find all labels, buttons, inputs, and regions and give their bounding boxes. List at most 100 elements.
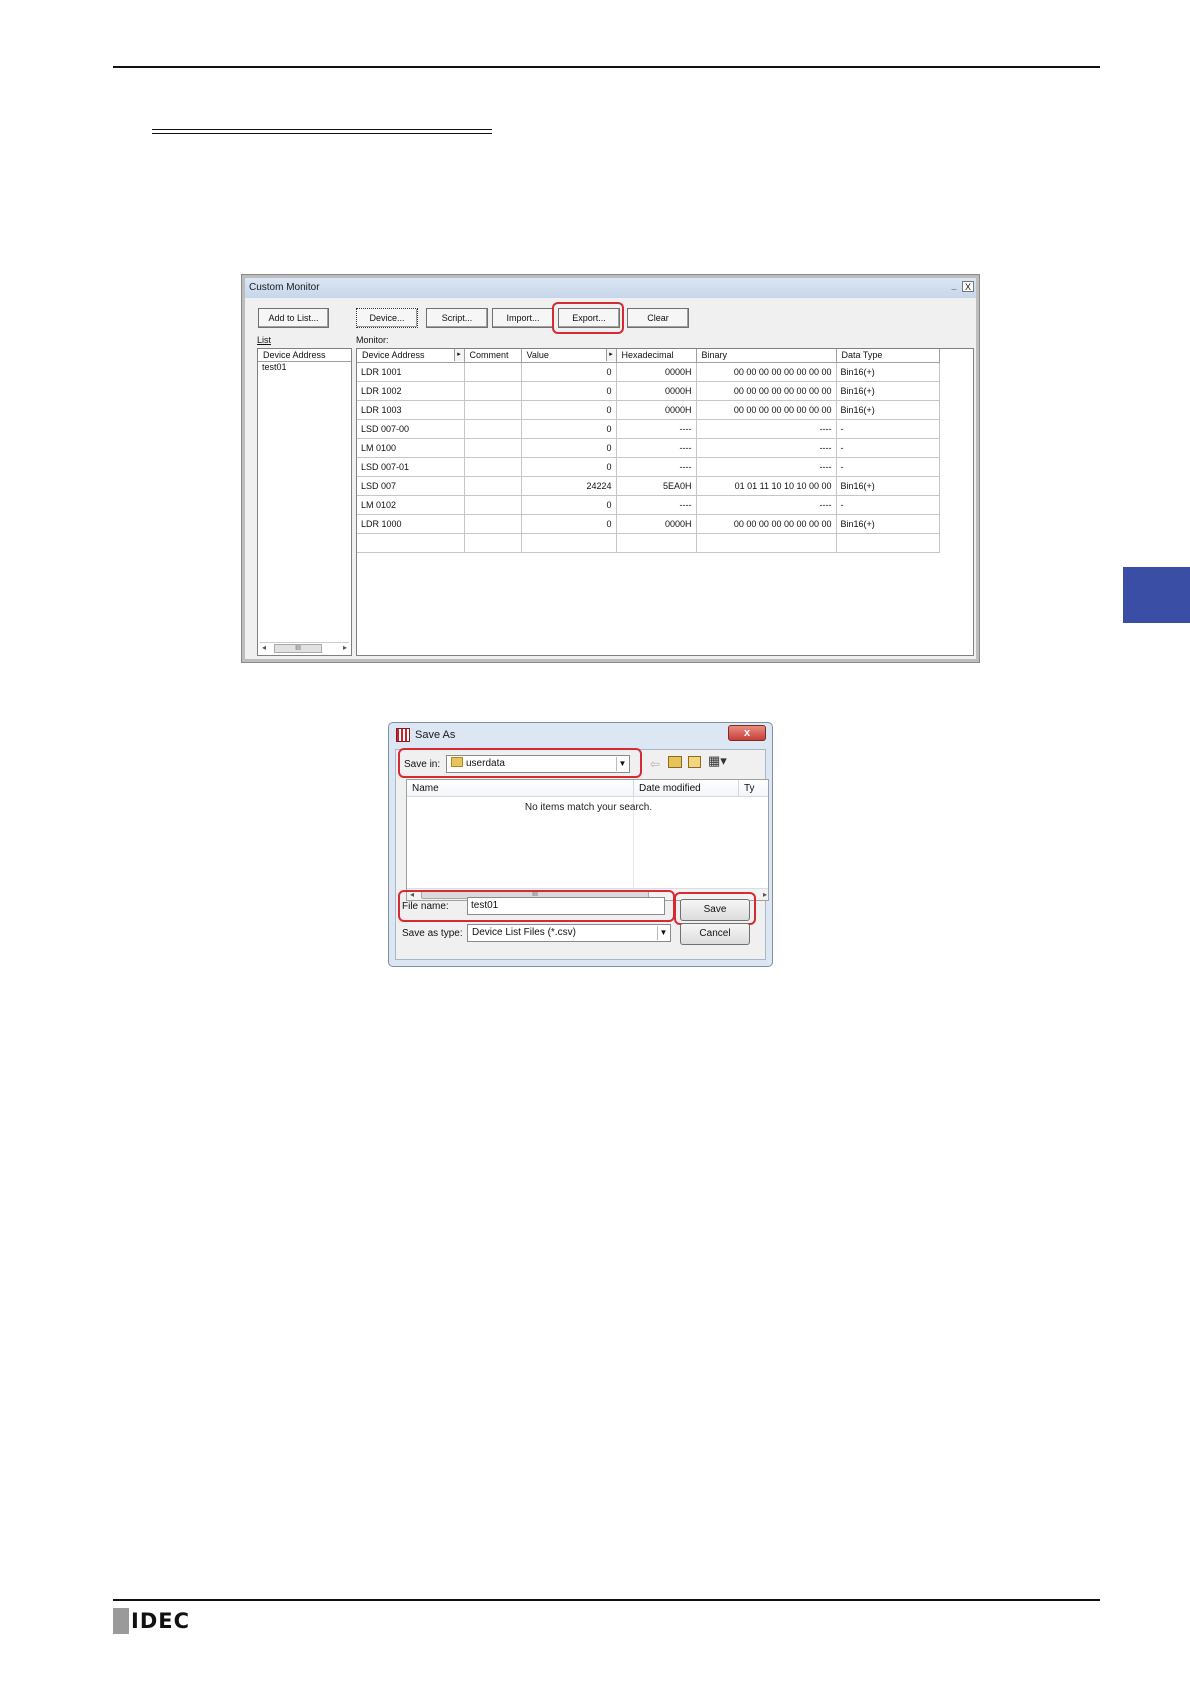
table-cell: Bin16(+)	[836, 476, 940, 496]
table-row[interactable]: LM 0102 0 ---- ---- -	[357, 495, 940, 515]
section-heading-rule-bottom	[152, 133, 492, 134]
new-folder-icon[interactable]	[688, 756, 701, 768]
col-binary[interactable]: Binary	[696, 349, 837, 363]
minimize-button[interactable]: _	[948, 281, 960, 292]
scroll-left-arrow-icon[interactable]: ◂	[262, 643, 266, 653]
table-cell	[464, 495, 522, 515]
chevron-down-icon: ▼	[657, 926, 669, 940]
idec-logo: IDEC	[113, 1608, 190, 1634]
col-data-type[interactable]: Data Type	[836, 349, 940, 363]
table-cell: ----	[616, 438, 697, 458]
table-cell: 0	[521, 457, 617, 477]
empty-message: No items match your search.	[524, 802, 653, 813]
table-row[interactable]	[357, 533, 940, 553]
table-cell	[464, 533, 522, 553]
table-cell	[464, 400, 522, 420]
export-highlight	[552, 302, 624, 334]
table-cell: 0	[521, 400, 617, 420]
table-cell: -	[836, 438, 940, 458]
scroll-thumb[interactable]: III	[274, 644, 322, 653]
table-cell: 0000H	[616, 381, 697, 401]
table-cell	[464, 438, 522, 458]
file-list[interactable]: Name Date modified Ty No items match you…	[406, 779, 769, 901]
save-in-highlight	[398, 748, 642, 778]
table-row[interactable]: LDR 1003 0 0000H 00 00 00 00 00 00 00 00 Bin…	[357, 400, 940, 420]
list-horizontal-scrollbar[interactable]: ◂ III ▸	[260, 642, 349, 653]
table-cell: 5EA0H	[616, 476, 697, 496]
list-item[interactable]: test01	[258, 362, 351, 373]
custom-monitor-window: Custom Monitor _ X Add to List... Device…	[241, 274, 980, 663]
table-row[interactable]: LDR 1001 0 0000H 00 00 00 00 00 00 00 00 Bin…	[357, 362, 940, 382]
logo-text: IDEC	[131, 1609, 191, 1633]
device-list-panel[interactable]: Device Address test01 ◂ III ▸	[257, 348, 352, 656]
save-as-body: Save in: userdata ▼ ⇦ ▦▾ Name Date modif…	[395, 748, 769, 960]
table-cell: 01 01 11 10 10 10 00 00	[696, 476, 837, 496]
table-row[interactable]: LSD 007 24224 5EA0H 01 01 11 10 10 10 00 00…	[357, 476, 940, 496]
close-button[interactable]: x	[728, 725, 766, 741]
column-menu-icon[interactable]: ▸	[605, 349, 616, 361]
column-menu-icon[interactable]: ▸	[453, 349, 464, 361]
cancel-button[interactable]: Cancel	[680, 923, 750, 945]
footer-rule	[113, 1599, 1100, 1601]
table-cell: 00 00 00 00 00 00 00 00	[696, 400, 837, 420]
save-as-type-dropdown[interactable]: Device List Files (*.csv) ▼	[467, 924, 671, 942]
save-as-title: Save As	[415, 729, 456, 741]
save-highlight	[674, 892, 756, 925]
table-cell: ----	[696, 457, 837, 477]
script-button[interactable]: Script...	[426, 308, 488, 328]
device-button[interactable]: Device...	[356, 308, 418, 328]
chapter-tab	[1123, 567, 1190, 623]
table-row[interactable]: LM 0100 0 ---- ---- -	[357, 438, 940, 458]
table-cell: 0	[521, 514, 617, 534]
scroll-right-arrow-icon[interactable]: ▸	[763, 889, 767, 900]
list-label: List	[257, 335, 272, 345]
table-cell: 0000H	[616, 514, 697, 534]
col-name[interactable]: Name	[407, 780, 634, 797]
table-cell: 0	[521, 362, 617, 382]
list-column-header[interactable]: Device Address	[258, 349, 351, 362]
table-cell: -	[836, 495, 940, 515]
table-cell: 24224	[521, 476, 617, 496]
col-hexadecimal[interactable]: Hexadecimal	[616, 349, 697, 363]
save-as-type-value: Device List Files (*.csv)	[472, 927, 576, 938]
import-button[interactable]: Import...	[492, 308, 554, 328]
custom-monitor-titlebar: Custom Monitor _ X	[245, 278, 976, 298]
col-device-address[interactable]: Device Address ▸	[357, 349, 465, 363]
header-rule	[113, 66, 1100, 68]
table-row[interactable]: LSD 007-01 0 ---- ---- -	[357, 457, 940, 477]
table-cell: 00 00 00 00 00 00 00 00	[696, 362, 837, 382]
table-cell	[464, 476, 522, 496]
table-cell: 0	[521, 495, 617, 515]
save-as-dialog: Save As x Save in: userdata ▼ ⇦ ▦▾ Name …	[388, 722, 773, 967]
table-cell: ----	[616, 419, 697, 439]
col-date-modified[interactable]: Date modified	[634, 780, 739, 797]
table-cell	[616, 533, 697, 553]
table-row[interactable]: LSD 007-00 0 ---- ---- -	[357, 419, 940, 439]
table-cell: ----	[696, 438, 837, 458]
view-menu-icon[interactable]: ▦▾	[708, 754, 727, 768]
table-cell	[357, 533, 465, 553]
scroll-right-arrow-icon[interactable]: ▸	[343, 643, 347, 653]
table-cell: LSD 007-01	[357, 457, 465, 477]
custom-monitor-title: Custom Monitor	[249, 282, 320, 293]
col-type[interactable]: Ty	[739, 780, 768, 797]
table-row[interactable]: LDR 1000 0 0000H 00 00 00 00 00 00 00 00 Bin…	[357, 514, 940, 534]
table-cell: 00 00 00 00 00 00 00 00	[696, 381, 837, 401]
table-cell: LDR 1003	[357, 400, 465, 420]
table-row[interactable]: LDR 1002 0 0000H 00 00 00 00 00 00 00 00 Bin…	[357, 381, 940, 401]
table-cell: 0	[521, 381, 617, 401]
add-to-list-button[interactable]: Add to List...	[258, 308, 329, 328]
clear-button[interactable]: Clear	[627, 308, 689, 328]
table-cell: LDR 1001	[357, 362, 465, 382]
table-cell: Bin16(+)	[836, 362, 940, 382]
back-icon[interactable]: ⇦	[650, 757, 660, 771]
monitor-table-panel[interactable]: Device Address ▸ Comment Value ▸ Hexadecim…	[356, 348, 974, 656]
table-cell	[464, 514, 522, 534]
close-button[interactable]: X	[962, 281, 974, 292]
col-comment[interactable]: Comment	[464, 349, 522, 363]
table-cell: 0	[521, 438, 617, 458]
file-name-highlight	[398, 890, 675, 922]
monitor-table: Device Address ▸ Comment Value ▸ Hexadecim…	[357, 349, 940, 553]
up-folder-icon[interactable]	[668, 756, 682, 768]
col-value[interactable]: Value ▸	[521, 349, 617, 363]
